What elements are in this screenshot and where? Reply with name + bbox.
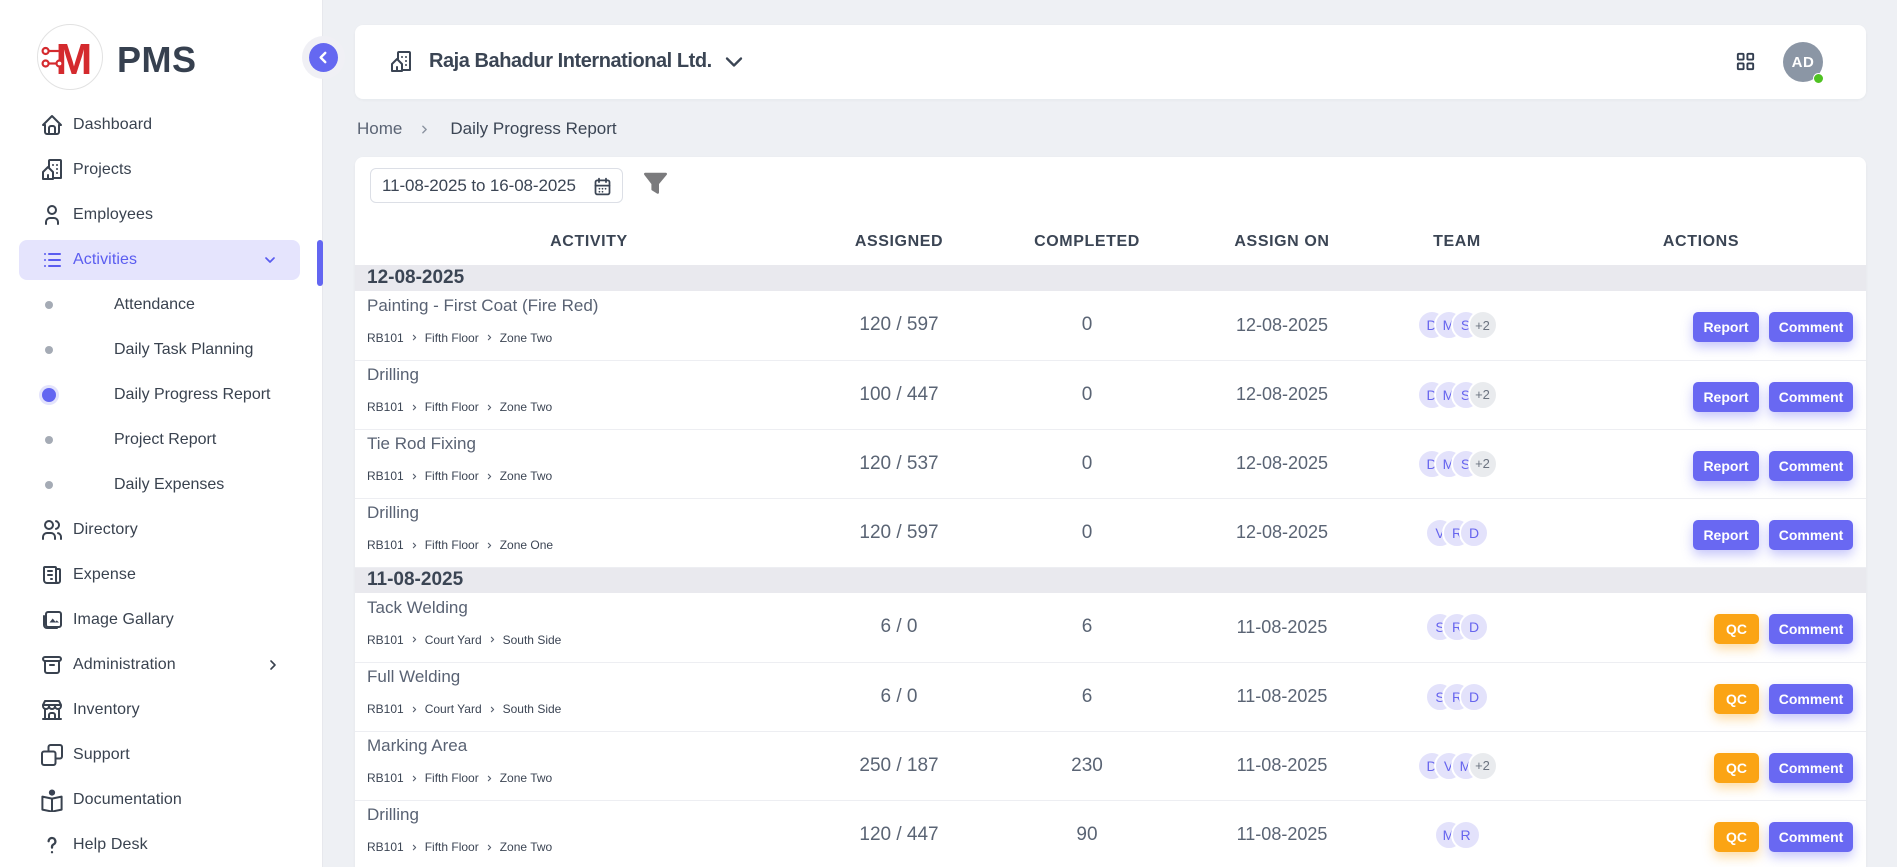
svg-text:M: M <box>56 35 93 84</box>
